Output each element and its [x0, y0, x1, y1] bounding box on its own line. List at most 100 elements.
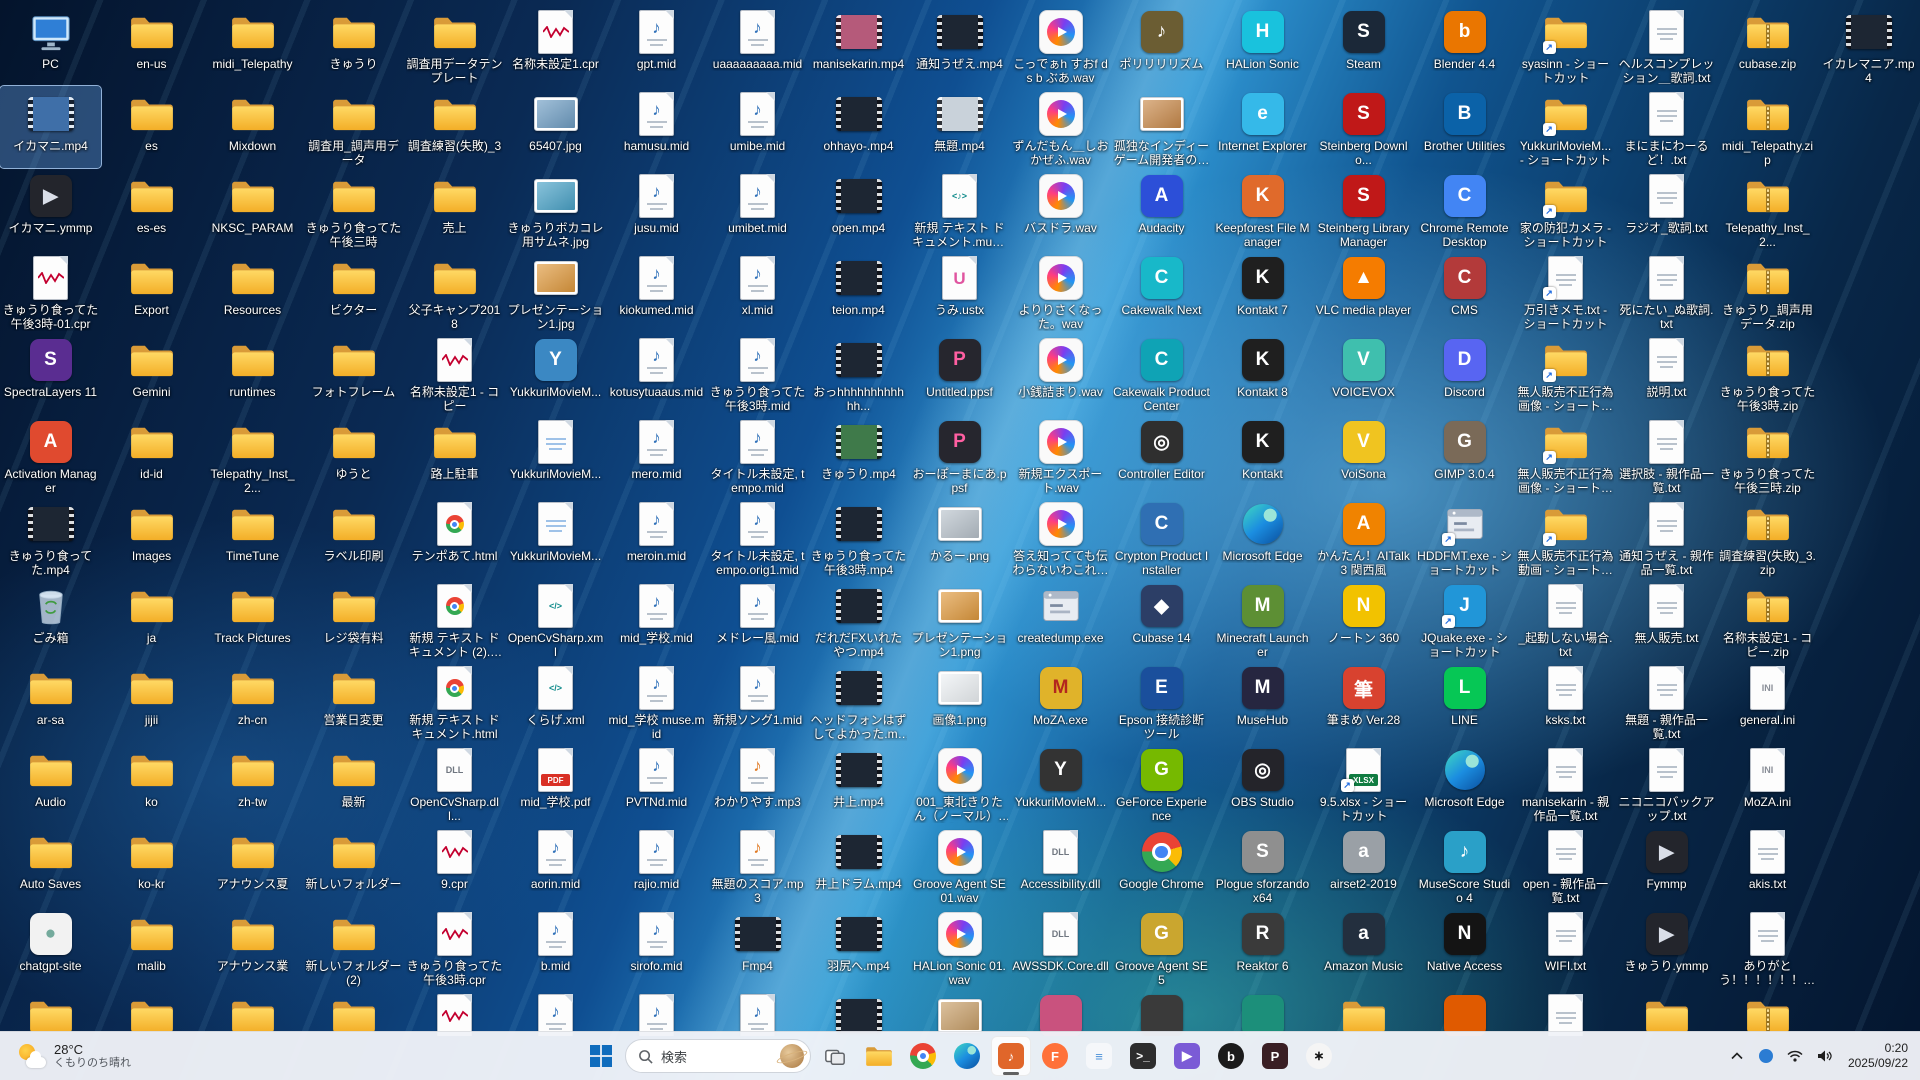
- desktop-icon[interactable]: ◎OBS Studio: [1212, 742, 1313, 824]
- desktop-icon[interactable]: es: [101, 86, 202, 168]
- desktop-icon[interactable]: ko-kr: [101, 824, 202, 906]
- desktop-icon[interactable]: [1616, 988, 1717, 1036]
- desktop-icon[interactable]: Audio: [0, 742, 101, 824]
- desktop-icon[interactable]: [0, 988, 101, 1036]
- desktop-icon[interactable]: ohhayo-.mp4: [808, 86, 909, 168]
- desktop-icon[interactable]: 001_東北きりたん（ノーマル）_今じゃ...: [909, 742, 1010, 824]
- desktop-icon[interactable]: SSteam: [1313, 4, 1414, 86]
- desktop-icon[interactable]: 選択肢 - 親作品一覧.txt: [1616, 414, 1717, 496]
- desktop-icon[interactable]: Microsoft Edge: [1414, 742, 1515, 824]
- desktop-icon[interactable]: 孤独なインディーゲーム開発者の一生...: [1111, 86, 1212, 168]
- desktop-icon[interactable]: 売上: [404, 168, 505, 250]
- desktop-icon[interactable]: J↗JQuake.exe - ショートカット: [1414, 578, 1515, 660]
- desktop-icon[interactable]: [303, 988, 404, 1036]
- desktop-icon[interactable]: ♪hamusu.mid: [606, 86, 707, 168]
- desktop-icon[interactable]: CCrypton Product Installer: [1111, 496, 1212, 578]
- desktop-icon[interactable]: レジ袋有料: [303, 578, 404, 660]
- desktop-icon[interactable]: ニコニコバックアップ.txt: [1616, 742, 1717, 824]
- desktop-icon[interactable]: ◎Controller Editor: [1111, 414, 1212, 496]
- desktop-icon[interactable]: open - 親作品一覧.txt: [1515, 824, 1616, 906]
- desktop-icon[interactable]: GGIMP 3.0.4: [1414, 414, 1515, 496]
- desktop-icon[interactable]: ♪MuseScore Studio 4: [1414, 824, 1515, 906]
- desktop-icon[interactable]: aAmazon Music: [1313, 906, 1414, 988]
- desktop-icon[interactable]: ♪タイトル未設定, tempo.mid: [707, 414, 808, 496]
- desktop-icon[interactable]: KKeepforest File Manager: [1212, 168, 1313, 250]
- desktop-icon[interactable]: KKontakt 8: [1212, 332, 1313, 414]
- desktop-icon[interactable]: ♪rajio.mid: [606, 824, 707, 906]
- desktop-icon[interactable]: だれだFXいれたやつ.mp4: [808, 578, 909, 660]
- start-button[interactable]: [581, 1036, 621, 1076]
- desktop-icon[interactable]: Auto Saves: [0, 824, 101, 906]
- desktop-icon[interactable]: きゅうり_調声用データ.zip: [1717, 250, 1818, 332]
- taskbar-edge[interactable]: [947, 1036, 987, 1076]
- desktop-icon[interactable]: AAudacity: [1111, 168, 1212, 250]
- desktop-icon[interactable]: KKontakt 7: [1212, 250, 1313, 332]
- desktop-icon[interactable]: きゅうり食ってた午後3時.zip: [1717, 332, 1818, 414]
- desktop-icon[interactable]: ♪sirofo.mid: [606, 906, 707, 988]
- desktop-icon[interactable]: 路上駐車: [404, 414, 505, 496]
- desktop-icon[interactable]: ♪umibe.mid: [707, 86, 808, 168]
- desktop-icon[interactable]: ksks.txt: [1515, 660, 1616, 742]
- desktop-icon[interactable]: 父子キャンプ2018: [404, 250, 505, 332]
- desktop-icon[interactable]: 画像1.png: [909, 660, 1010, 742]
- desktop-icon[interactable]: teion.mp4: [808, 250, 909, 332]
- desktop-icon[interactable]: DDiscord: [1414, 332, 1515, 414]
- desktop-icon[interactable]: ♪無題のスコア.mp3: [707, 824, 808, 906]
- desktop-icon[interactable]: 通知うぜえ - 親作品一覧.txt: [1616, 496, 1717, 578]
- desktop-icon[interactable]: LLINE: [1414, 660, 1515, 742]
- desktop-icon[interactable]: CCakewalk Product Center: [1111, 332, 1212, 414]
- desktop-icon[interactable]: 営業日変更: [303, 660, 404, 742]
- desktop-icon[interactable]: Nノートン 360: [1313, 578, 1414, 660]
- desktop-icon[interactable]: ♪: [707, 988, 808, 1036]
- desktop-icon[interactable]: VVOICEVOX: [1313, 332, 1414, 414]
- desktop-icon[interactable]: 調査練習(失敗)_3: [404, 86, 505, 168]
- desktop-icon[interactable]: Groove Agent SE 01.wav: [909, 824, 1010, 906]
- desktop-icon[interactable]: 井上ドラム.mp4: [808, 824, 909, 906]
- desktop-icon[interactable]: 説明.txt: [1616, 332, 1717, 414]
- desktop-icon[interactable]: ♪mid_学校 muse.mid: [606, 660, 707, 742]
- desktop-icon[interactable]: ↗無人販売不正行為画像 - ショートカット: [1515, 414, 1616, 496]
- taskbar-music-app[interactable]: ♪: [991, 1036, 1031, 1076]
- desktop-icon[interactable]: 最新: [303, 742, 404, 824]
- desktop-icon[interactable]: ▲VLC media player: [1313, 250, 1414, 332]
- desktop-icon[interactable]: きゅうり食ってた.mp4: [0, 496, 101, 578]
- desktop-icon[interactable]: ♪きゅうり食ってた午後3時.mid: [707, 332, 808, 414]
- desktop-icon[interactable]: ♪kotusytuaaus.mid: [606, 332, 707, 414]
- desktop-icon[interactable]: ♪新規ソング1.mid: [707, 660, 808, 742]
- desktop-icon[interactable]: きゅうりボカコレ用サムネ.jpg: [505, 168, 606, 250]
- desktop-icon[interactable]: YYukkuriMovieM...: [1010, 742, 1111, 824]
- desktop-icon[interactable]: ♪わかりやす.mp3: [707, 742, 808, 824]
- desktop-icon[interactable]: Telepathy_Inst_2...: [1717, 168, 1818, 250]
- desktop-icon[interactable]: Pおーぽーまにあ.ppsf: [909, 414, 1010, 496]
- desktop-icon[interactable]: ◆Cubase 14: [1111, 578, 1212, 660]
- desktop-icon[interactable]: CChrome Remote Desktop: [1414, 168, 1515, 250]
- taskbar-media-app[interactable]: ▶: [1167, 1036, 1207, 1076]
- desktop-icon[interactable]: [1111, 988, 1212, 1036]
- desktop-icon[interactable]: ♪uaaaaaaaaa.mid: [707, 4, 808, 86]
- desktop-icon[interactable]: EEpson 接続診断ツール: [1111, 660, 1212, 742]
- desktop-icon[interactable]: 新しいフォルダー (2): [303, 906, 404, 988]
- desktop-icon[interactable]: PUntitled.ppsf: [909, 332, 1010, 414]
- desktop-icon[interactable]: malib: [101, 906, 202, 988]
- desktop-icon[interactable]: ♪mero.mid: [606, 414, 707, 496]
- desktop-icon[interactable]: フォトフレーム: [303, 332, 404, 414]
- desktop-icon[interactable]: [808, 988, 909, 1036]
- desktop-icon[interactable]: Images: [101, 496, 202, 578]
- desktop-icon[interactable]: ●chatgpt-site: [0, 906, 101, 988]
- desktop-icon[interactable]: TimeTune: [202, 496, 303, 578]
- desktop-icon[interactable]: イカレマニア.mp4: [1818, 4, 1919, 86]
- desktop-icon[interactable]: DLLOpenCvSharp.dll...: [404, 742, 505, 824]
- desktop-icon[interactable]: <♪>新規 テキスト ドキュメント.musicxml: [909, 168, 1010, 250]
- desktop-icon[interactable]: DLLAccessibility.dll: [1010, 824, 1111, 906]
- desktop-icon[interactable]: ♪xl.mid: [707, 250, 808, 332]
- desktop-icon[interactable]: ▶きゅうり.ymmp: [1616, 906, 1717, 988]
- desktop-icon[interactable]: en-us: [101, 4, 202, 86]
- desktop-icon[interactable]: アナウンス業: [202, 906, 303, 988]
- desktop-icon[interactable]: きゅうり食ってた午後3時-01.cpr: [0, 250, 101, 332]
- desktop-icon[interactable]: ↗syasinn - ショートカット: [1515, 4, 1616, 86]
- desktop-icon[interactable]: きゅうり: [303, 4, 404, 86]
- desktop-icon[interactable]: open.mp4: [808, 168, 909, 250]
- desktop-icon[interactable]: MMuseHub: [1212, 660, 1313, 742]
- desktop-icon[interactable]: ▶Fymmp: [1616, 824, 1717, 906]
- desktop-icon[interactable]: 新しいフォルダー: [303, 824, 404, 906]
